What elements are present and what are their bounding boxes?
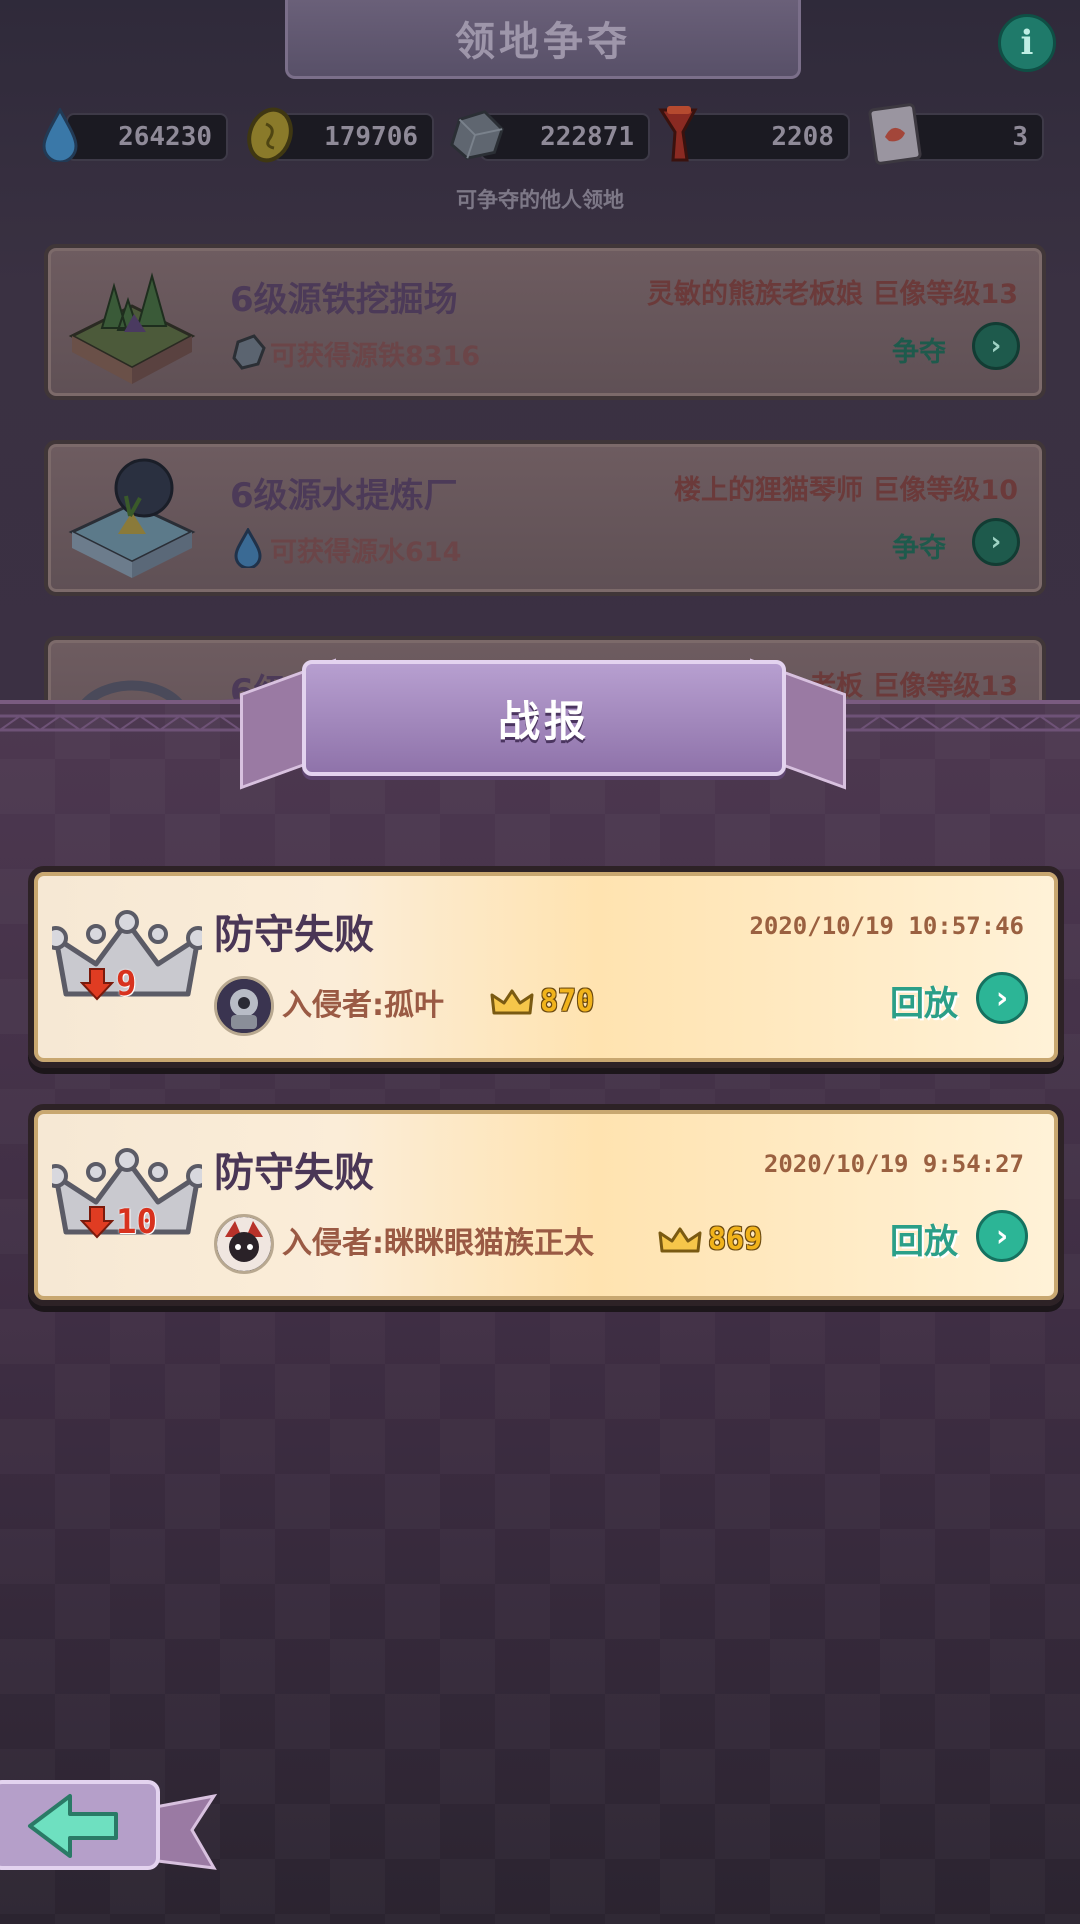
trophy-count: 869 [658,1222,762,1257]
trophy-count: 870 [490,984,594,1019]
fight-button-label[interactable]: 争夺 [892,526,946,565]
crown-icon [490,989,534,1014]
invader-name: 入侵者:眯眯眼猫族正太 [282,1226,594,1261]
crown-icon [658,1227,702,1252]
report-result: 防守失败 [214,1150,374,1196]
chevron-right-icon[interactable]: › [976,972,1028,1024]
water-drop-icon [234,528,262,568]
battle-report-card[interactable]: 10 防守失败 2020/10/19 9:54:27 入侵者:眯眯眼猫族正太 8… [28,1104,1064,1306]
resource-water: 264230 [66,113,228,161]
territory-screen: 领地争夺 i 264230 179706 222871 2208 3 可争夺的他… [0,0,1080,720]
invader-name: 入侵者:孤叶 [282,988,444,1023]
report-time: 2020/10/19 10:57:46 [749,912,1024,940]
arrow-down-icon [80,1206,114,1239]
report-time: 2020/10/19 9:54:27 [763,1150,1024,1178]
card-icon [866,103,926,165]
replay-button[interactable]: 回放 [890,976,958,1025]
territory-name: 6级源水提炼厂 [230,476,458,516]
info-icon[interactable]: i [998,14,1056,72]
trophy-loss: 9 [80,964,136,1004]
water-drop-icon [30,105,90,165]
mine-thumbnail [68,272,196,384]
territory-owner: 楼上的狸猫琴师 巨像等级10 [674,475,1018,506]
trophy-loss: 10 [80,1202,157,1242]
horn-icon [648,105,708,165]
territory-gain: 可获得源铁8316 [270,341,481,372]
back-button[interactable] [0,1772,220,1888]
chevron-right-icon[interactable]: › [972,518,1020,566]
territory-card[interactable]: 6级源水提炼厂 可获得源水614 楼上的狸猫琴师 巨像等级10 争夺 › [44,440,1046,596]
chevron-right-icon[interactable]: › [972,322,1020,370]
refinery-thumbnail [68,458,196,578]
modal-title: 战报 [497,696,590,746]
avatar [214,976,274,1036]
ore-icon [232,334,266,370]
section-subtitle: 可争夺的他人领地 [456,188,624,212]
page-title: 领地争夺 [455,19,631,65]
replay-button[interactable]: 回放 [890,1214,958,1263]
territory-card[interactable]: 6级源铁挖掘场 可获得源铁8316 灵敏的熊族老板娘 巨像等级13 争夺 › [44,244,1046,400]
arrow-down-icon [80,968,114,1001]
chevron-right-icon[interactable]: › [976,1210,1028,1262]
report-result: 防守失败 [214,912,374,958]
avatar [214,1214,274,1274]
fight-button-label[interactable]: 争夺 [892,330,946,369]
title-banner: 领地争夺 [285,0,801,79]
modal-title-ribbon: 战报 [302,660,786,776]
resource-bar: 264230 179706 222871 2208 3 [0,103,1080,165]
territory-owner: 灵敏的熊族老板娘 巨像等级13 [647,279,1018,310]
coin-icon [240,105,300,165]
territory-name: 6级源铁挖掘场 [230,280,458,320]
battle-report-card[interactable]: 9 防守失败 2020/10/19 10:57:46 入侵者:孤叶 870 回放… [28,866,1064,1068]
territory-gain: 可获得源水614 [270,537,462,568]
ore-icon [446,105,506,165]
